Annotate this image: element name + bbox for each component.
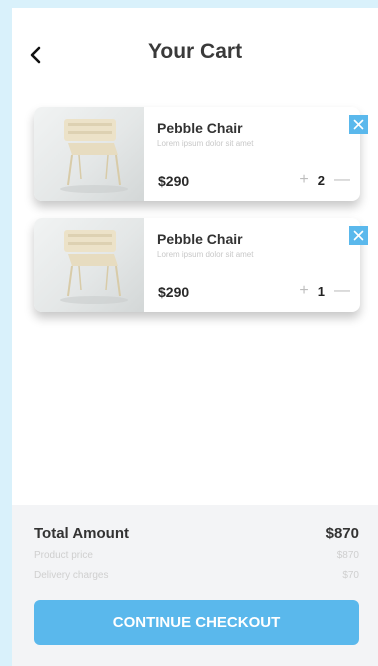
delivery-label: Delivery charges: [34, 570, 109, 581]
quantity-stepper: + 2 —: [299, 171, 350, 189]
cart-item: Pebble Chair Lorem ipsum dolor sit amet …: [34, 107, 360, 201]
product-price-label: Product price: [34, 550, 93, 561]
decrease-button[interactable]: —: [334, 282, 350, 300]
quantity-value: 2: [317, 172, 325, 188]
continue-checkout-button[interactable]: CONTINUE CHECKOUT: [34, 600, 359, 645]
total-value: $870: [325, 525, 359, 542]
decrease-button[interactable]: —: [334, 171, 350, 189]
total-row: Total Amount $870: [34, 525, 359, 542]
product-name: Pebble Chair: [157, 231, 243, 247]
remove-item-button[interactable]: [349, 115, 368, 134]
product-description: Lorem ipsum dolor sit amet: [157, 250, 254, 259]
product-image[interactable]: [34, 107, 144, 201]
product-price: $290: [158, 284, 190, 300]
increase-button[interactable]: +: [299, 282, 308, 300]
close-icon: [353, 230, 364, 241]
total-label: Total Amount: [34, 525, 129, 542]
chair-image: [60, 119, 128, 193]
delivery-row: Delivery charges $70: [34, 570, 359, 581]
cart-item: Pebble Chair Lorem ipsum dolor sit amet …: [34, 218, 360, 312]
increase-button[interactable]: +: [299, 171, 308, 189]
quantity-value: 1: [317, 283, 325, 299]
product-name: Pebble Chair: [157, 120, 243, 136]
product-price-value: $870: [336, 550, 359, 561]
product-price: $290: [158, 173, 190, 189]
chair-image: [60, 230, 128, 304]
order-summary: Total Amount $870 Product price $870 Del…: [12, 505, 378, 666]
header: Your Cart: [12, 8, 378, 88]
page-title: Your Cart: [147, 40, 243, 63]
cart-screen: Your Cart Pebble Chair Lorem ipsum dolor…: [12, 8, 378, 666]
delivery-value: $70: [342, 570, 359, 581]
product-description: Lorem ipsum dolor sit amet: [157, 139, 254, 148]
product-price-row: Product price $870: [34, 550, 359, 561]
quantity-stepper: + 1 —: [299, 282, 350, 300]
product-image[interactable]: [34, 218, 144, 312]
remove-item-button[interactable]: [349, 226, 368, 245]
close-icon: [353, 119, 364, 130]
